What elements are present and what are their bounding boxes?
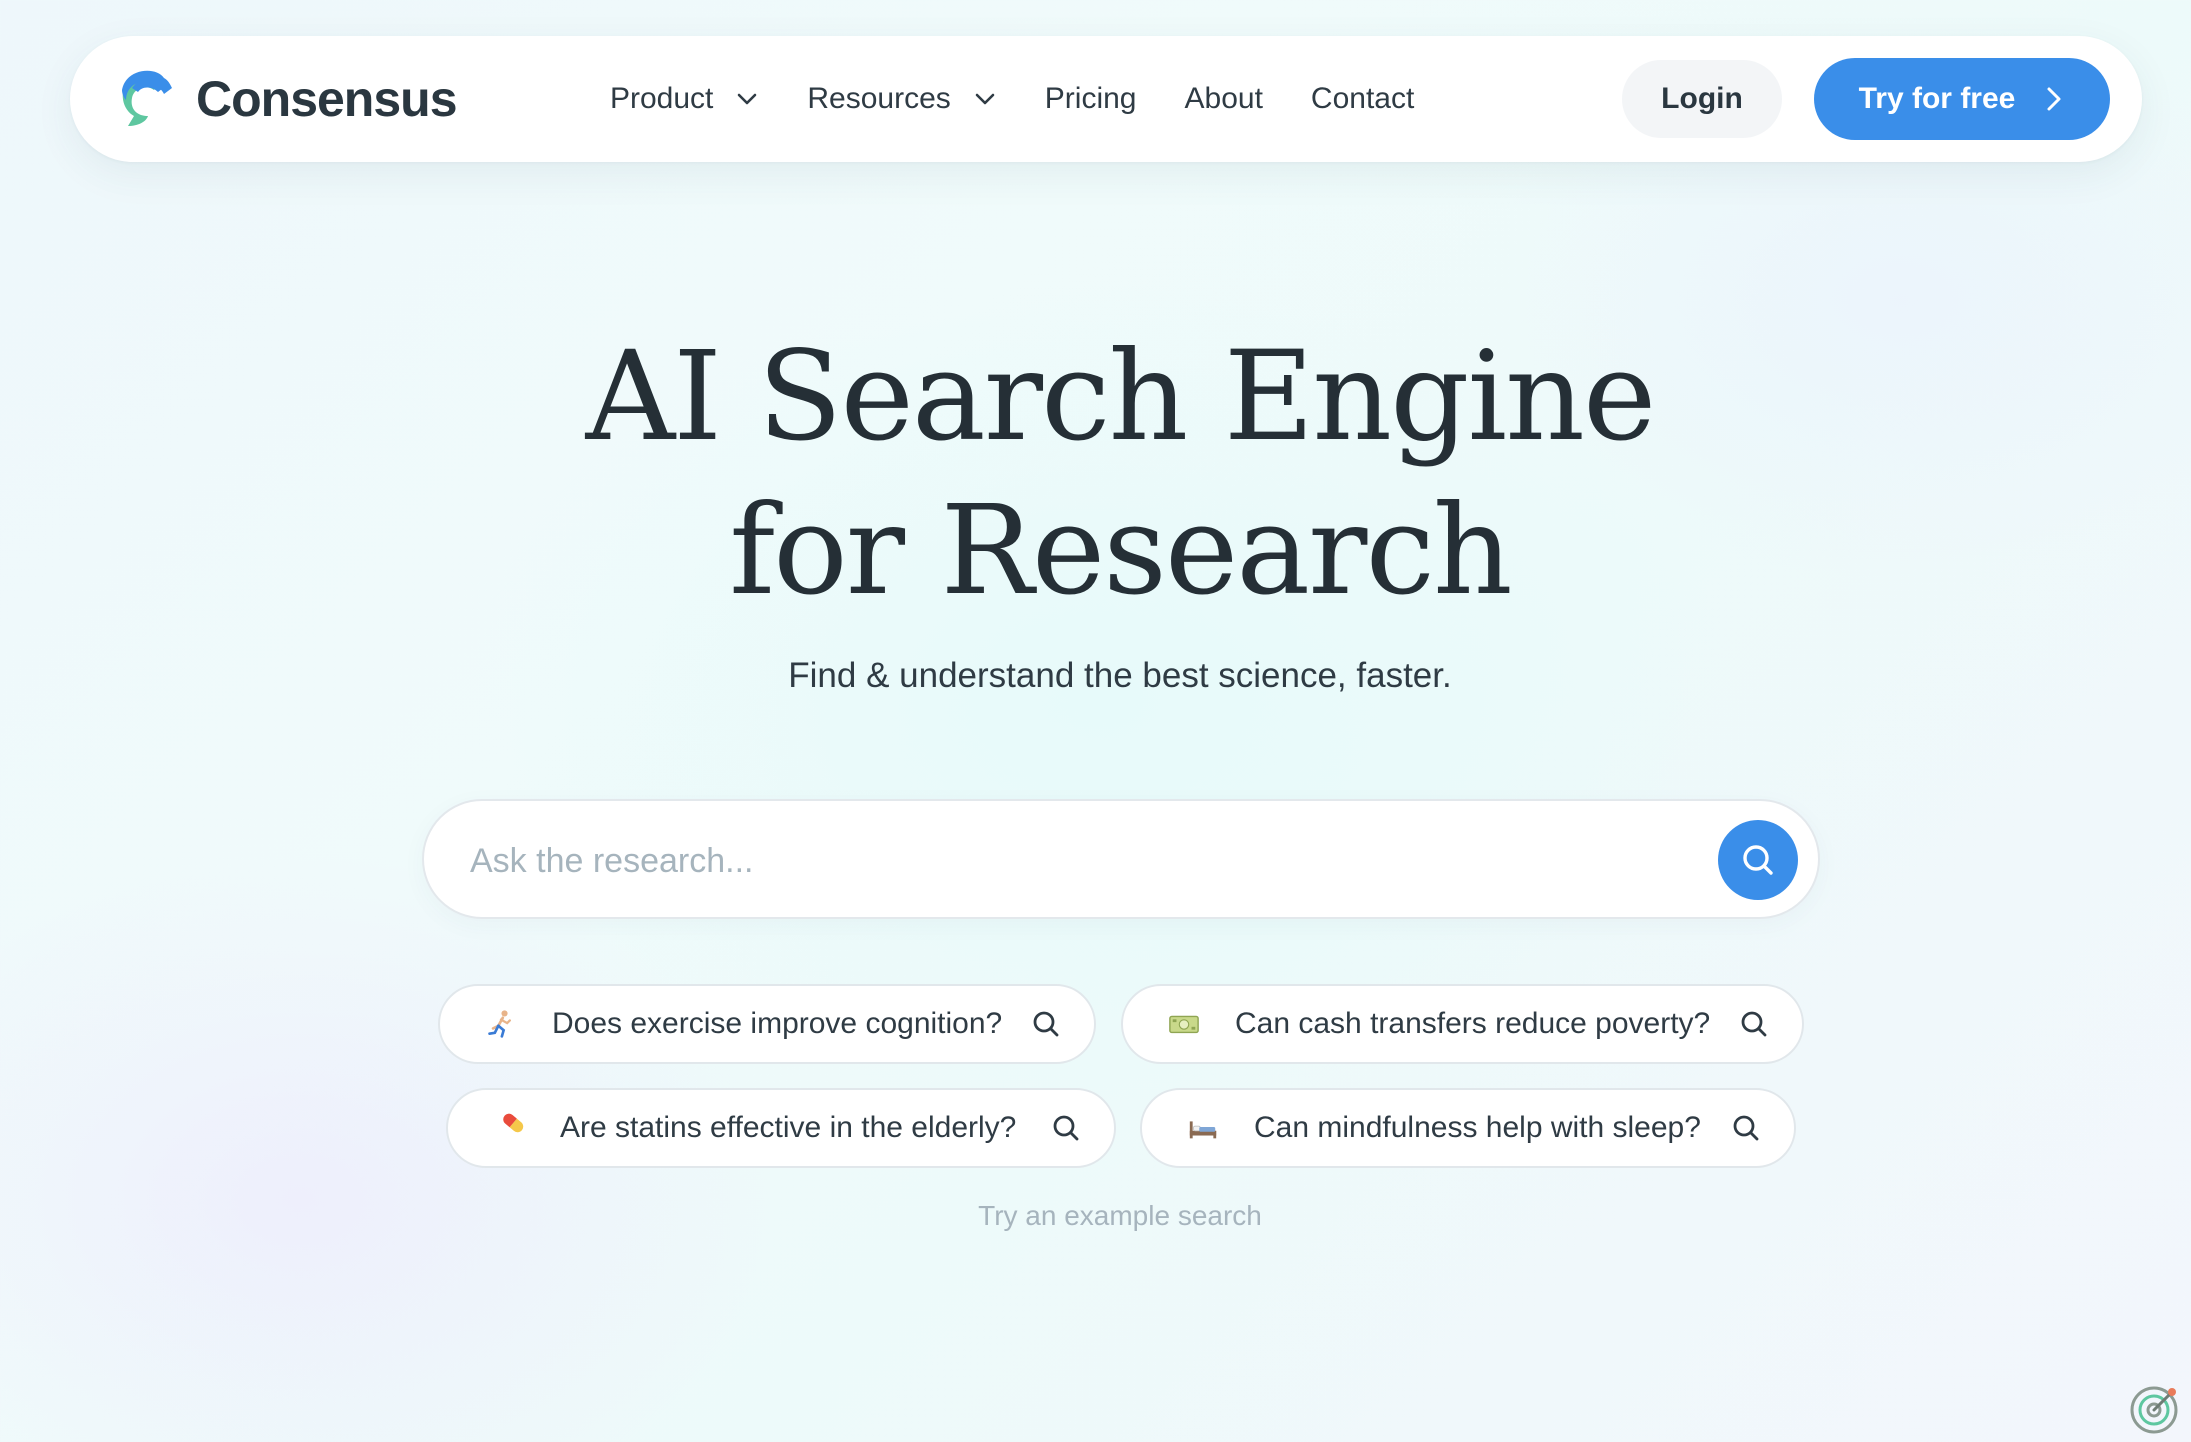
banknote-icon xyxy=(1167,1007,1201,1041)
example-search-label: Can cash transfers reduce poverty? xyxy=(1235,1007,1711,1040)
example-search-chip[interactable]: Can cash transfers reduce poverty? xyxy=(1121,984,1804,1064)
example-search-hint: Try an example search xyxy=(978,1200,1262,1231)
main-nav: Product Resources Pricing About Contact xyxy=(610,36,1462,162)
nav-item-label: Product xyxy=(610,82,714,115)
example-search-label: Can mindfulness help with sleep? xyxy=(1254,1111,1701,1144)
nav-item-label: Contact xyxy=(1310,82,1415,115)
example-search-label: Are statins effective in the elderly? xyxy=(560,1111,1017,1144)
try-for-free-button[interactable]: Try for free xyxy=(1814,58,2110,140)
nav-item-pricing[interactable]: Pricing xyxy=(1045,82,1137,116)
login-button[interactable]: Login xyxy=(1622,60,1782,138)
nav-item-label: Pricing xyxy=(1044,82,1137,115)
nav-item-label: Resources xyxy=(807,82,951,115)
nav-item-product[interactable]: Product xyxy=(610,82,759,116)
nav-item-contact[interactable]: Contact xyxy=(1311,82,1414,116)
brand-name: Consensus xyxy=(196,71,458,127)
example-search-chip[interactable]: Does exercise improve cognition? xyxy=(438,984,1096,1064)
try-for-free-label: Try for free xyxy=(1858,82,2016,115)
search-icon xyxy=(1033,1011,1059,1037)
top-navbar: Consensus Product Resources Pricing Abou… xyxy=(70,36,2142,162)
bed-icon xyxy=(1186,1111,1220,1145)
example-search-chip[interactable]: Are statins effective in the elderly? xyxy=(446,1088,1116,1168)
chevron-down-icon xyxy=(975,93,995,105)
hero-title-line-2: for Research xyxy=(729,479,1513,623)
example-search-chip[interactable]: Can mindfulness help with sleep? xyxy=(1140,1088,1796,1168)
hero-title-line-1: AI Search Engine xyxy=(585,325,1657,469)
search-bar xyxy=(422,799,1820,919)
pill-icon xyxy=(492,1111,526,1145)
target-widget-icon[interactable] xyxy=(2128,1384,2180,1436)
running-person-icon xyxy=(484,1007,518,1041)
consensus-logo-icon xyxy=(122,70,172,126)
brand-logo-link[interactable]: Consensus xyxy=(116,68,458,130)
search-icon xyxy=(1053,1115,1079,1141)
search-icon xyxy=(1741,1011,1767,1037)
search-icon xyxy=(1743,845,1773,875)
search-input[interactable] xyxy=(470,831,1670,891)
search-button[interactable] xyxy=(1718,820,1798,900)
hero-subtitle: Find & understand the best science, fast… xyxy=(788,656,1452,695)
chevron-right-icon xyxy=(2047,87,2061,111)
hero-title: AI Search Engine for Research xyxy=(0,320,2191,628)
search-icon xyxy=(1733,1115,1759,1141)
nav-item-label: About xyxy=(1184,82,1263,115)
nav-item-resources[interactable]: Resources xyxy=(807,82,996,116)
nav-item-about[interactable]: About xyxy=(1185,82,1263,116)
example-search-label: Does exercise improve cognition? xyxy=(552,1007,1003,1040)
chevron-down-icon xyxy=(738,93,757,105)
